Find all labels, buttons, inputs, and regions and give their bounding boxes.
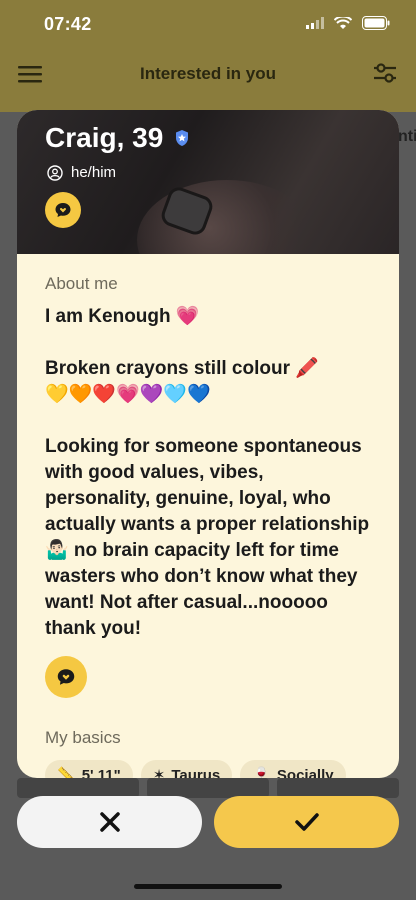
check-icon — [294, 813, 319, 831]
action-bar — [17, 796, 399, 848]
basics-chips: 📏 5' 11" ✶ Taurus 🍷 Socially — [45, 760, 371, 778]
bio-text: I am Kenough 💗 Broken crayons still colo… — [45, 306, 370, 639]
chat-bubble-icon — [55, 203, 71, 217]
peek-block — [17, 778, 139, 798]
peek-block — [277, 778, 399, 798]
chat-bubble-icon — [57, 669, 75, 685]
chip-label: Taurus — [171, 766, 221, 779]
profile-content: About me I am Kenough 💗 Broken crayons s… — [17, 254, 399, 778]
pronouns-text: he/him — [71, 164, 117, 181]
status-bar: 07:42 — [0, 0, 416, 52]
basic-chip-height: 📏 5' 11" — [45, 760, 133, 778]
close-icon — [99, 812, 120, 832]
about-me-label: About me — [45, 274, 118, 293]
next-card-peek: nti — [398, 128, 416, 145]
home-indicator[interactable] — [134, 884, 282, 889]
page-title: Interested in you — [139, 64, 277, 83]
comment-bio-button[interactable] — [45, 656, 87, 698]
status-icons — [306, 16, 390, 30]
pass-button[interactable] — [17, 796, 202, 848]
basic-chip-drinking: 🍷 Socially — [240, 760, 346, 779]
profile-card[interactable]: Craig, 39 he/him About me I am Kenough 💗… — [17, 110, 399, 778]
like-button[interactable] — [214, 796, 399, 848]
profile-photo: Craig, 39 he/him — [17, 110, 399, 254]
profile-name: Craig, 39 — [45, 122, 164, 153]
signal-icon — [306, 17, 324, 29]
zodiac-icon: ✶ — [152, 767, 166, 778]
my-basics-label: My basics — [45, 728, 121, 747]
pronouns-row: he/him — [47, 164, 116, 181]
ruler-icon: 📏 — [57, 767, 76, 778]
peek-block — [147, 778, 269, 798]
status-time: 07:42 — [44, 14, 92, 34]
battery-icon — [362, 16, 390, 30]
profile-name-row: Craig, 39 — [45, 122, 191, 154]
chip-label: Socially — [276, 766, 334, 779]
person-icon — [47, 164, 63, 181]
verified-badge-icon — [176, 130, 189, 146]
comment-photo-button[interactable] — [45, 192, 81, 228]
chip-label: 5' 11" — [81, 766, 121, 779]
filter-icon[interactable] — [372, 60, 398, 86]
drink-icon: 🍷 — [252, 767, 271, 778]
basic-chip-zodiac: ✶ Taurus — [140, 760, 233, 779]
wifi-icon — [334, 16, 352, 29]
background-peek — [17, 778, 399, 798]
